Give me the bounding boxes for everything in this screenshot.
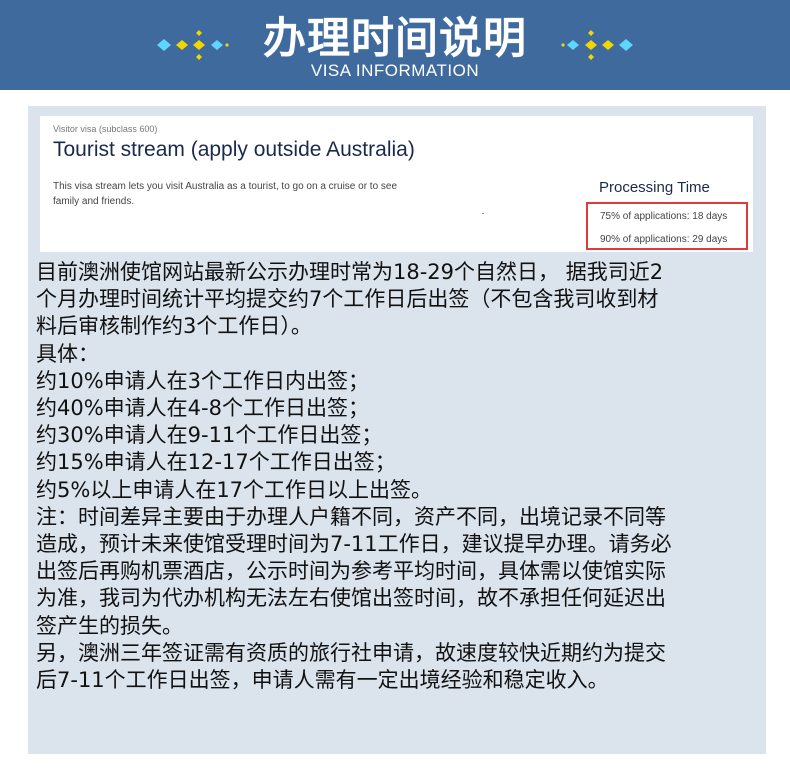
text-line: 约5%以上申请人在17个工作日以上出签。 xyxy=(36,477,433,502)
text-line: 约15%申请人在12-17个工作日出签； xyxy=(36,450,396,475)
text-line: 约30%申请人在9-11个工作日出签； xyxy=(36,423,383,448)
text-line: 约40%申请人在4-8个工作日出签； xyxy=(36,396,369,421)
processing-explanation-text: 目前澳洲使馆网站最新公示办理时常为18-29个自然日， 据我司近2 个月办理时间… xyxy=(36,259,764,694)
text-line: 另，澳洲三年签证需有资质的旅行社申请，故速度较快近期约为提交 xyxy=(36,640,666,665)
processing-90-percent: 90% of applications: 29 days xyxy=(600,234,728,245)
text-line: 出签后再购机票酒店，公示时间为参考平均时间，具体需以使馆实际 xyxy=(36,559,666,584)
text-line: 具体： xyxy=(36,341,99,366)
stray-dot xyxy=(482,213,484,214)
text-line: 注：时间差异主要由于办理人户籍不同，资产不同，出境记录不同等 xyxy=(36,504,666,529)
text-line: 签产生的损失。 xyxy=(36,613,183,638)
text-line: 为准，我司为代办机构无法左右使馆出签时间，故不承担任何延迟出 xyxy=(36,586,666,611)
text-line: 目前澳洲使馆网站最新公示办理时常为18-29个自然日， 据我司近2 xyxy=(36,260,664,284)
text-line: 造成，预计未来使馆受理时间为7-11工作日，建议提早办理。请务必 xyxy=(36,532,672,557)
processing-time-heading: Processing Time xyxy=(599,179,710,196)
stream-title: Tourist stream (apply outside Australia) xyxy=(53,138,415,161)
header-banner: 办理时间说明 VISA INFORMATION xyxy=(0,0,790,90)
text-line: 料后审核制作约3个工作日）。 xyxy=(36,314,312,339)
processing-75-percent: 75% of applications: 18 days xyxy=(600,211,728,222)
page-title: 办理时间说明 xyxy=(263,14,527,64)
visa-type-label: Visitor visa (subclass 600) xyxy=(53,124,158,134)
text-line: 个月办理时间统计平均提交约7个工作日后出签（不包含我司收到材 xyxy=(36,287,659,312)
content-panel: Visitor visa (subclass 600) Tourist stre… xyxy=(28,106,766,754)
processing-time-highlight-box: 75% of applications: 18 days 90% of appl… xyxy=(586,202,748,250)
page-subtitle: VISA INFORMATION xyxy=(310,61,480,80)
text-line: 约10%申请人在3个工作日内出签； xyxy=(36,368,370,393)
text-line: 后7-11个工作日出签，申请人需有一定出境经验和稳定收入。 xyxy=(36,668,609,693)
visa-info-screenshot: Visitor visa (subclass 600) Tourist stre… xyxy=(40,116,753,252)
stream-description: This visa stream lets you visit Australi… xyxy=(53,181,398,207)
